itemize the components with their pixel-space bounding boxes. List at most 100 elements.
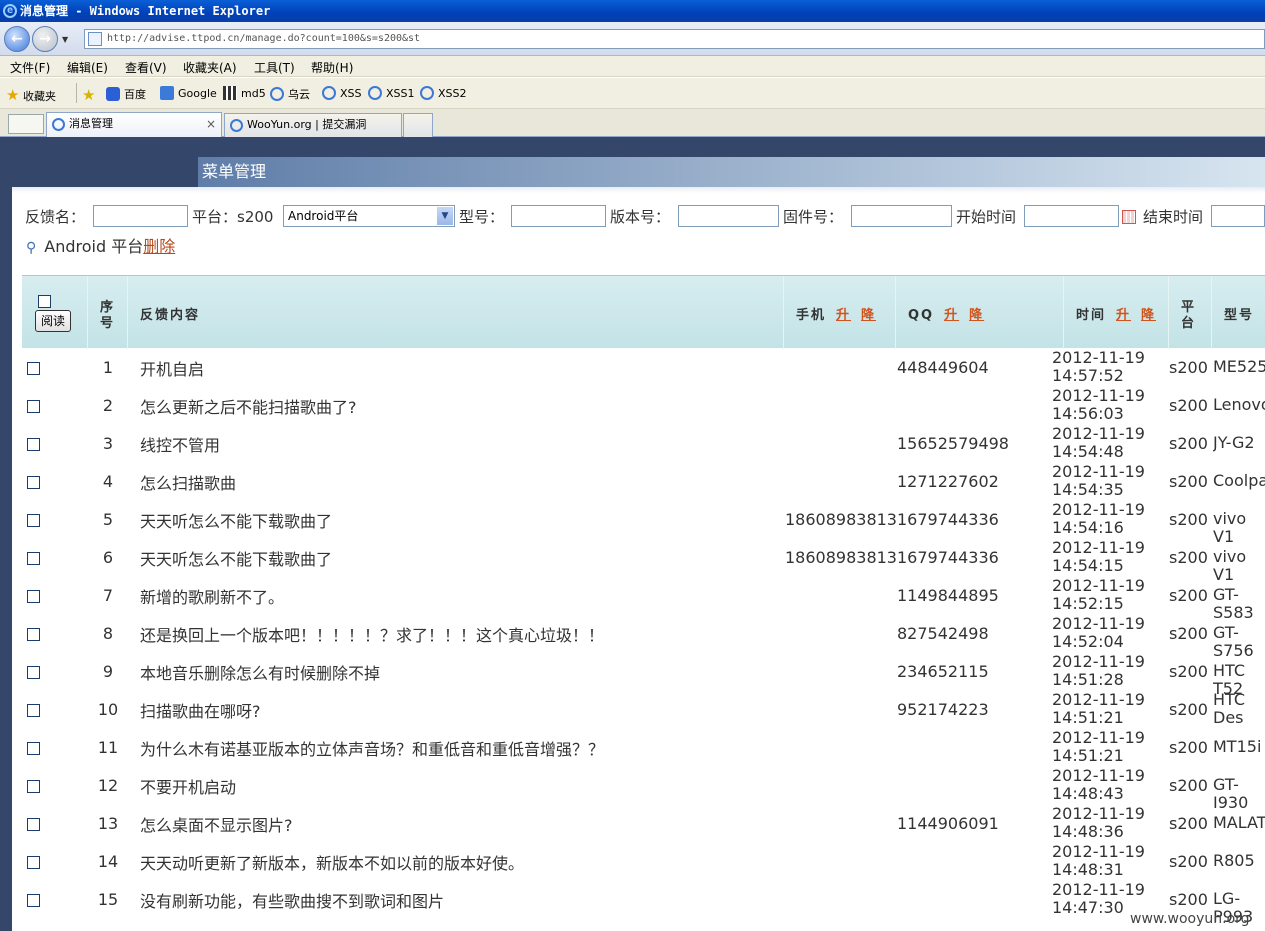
qq-sort-desc[interactable]: 降 bbox=[969, 308, 984, 323]
grid-icon bbox=[223, 86, 237, 100]
ie-page-icon bbox=[52, 118, 65, 131]
row-checkbox[interactable] bbox=[27, 552, 40, 565]
row-checkbox[interactable] bbox=[27, 704, 40, 717]
row-qq: 952174223 bbox=[897, 700, 989, 719]
add-favorite-icon[interactable]: ★ bbox=[82, 86, 95, 104]
google-icon bbox=[160, 86, 174, 100]
row-index: 14 bbox=[97, 852, 119, 871]
row-index: 10 bbox=[97, 700, 119, 719]
ie-logo-icon: e bbox=[3, 4, 17, 18]
phone-sort-desc[interactable]: 降 bbox=[861, 308, 876, 323]
row-checkbox[interactable] bbox=[27, 590, 40, 603]
row-platform: s200 bbox=[1169, 738, 1208, 757]
qq-sort-asc[interactable]: 升 bbox=[944, 308, 959, 323]
end-time-input[interactable] bbox=[1211, 205, 1265, 227]
favorites-separator bbox=[76, 83, 77, 103]
row-content: 新增的歌刷新不了。 bbox=[140, 588, 285, 607]
row-checkbox[interactable] bbox=[27, 818, 40, 831]
header-content: 反馈内容 bbox=[128, 276, 784, 349]
tab-wooyun[interactable]: WooYun.org | 提交漏洞 bbox=[224, 113, 402, 138]
row-checkbox[interactable] bbox=[27, 666, 40, 679]
read-button[interactable]: 阅读 bbox=[35, 310, 71, 332]
row-model: HTC Des A9191 bbox=[1213, 691, 1265, 729]
row-date-text: 2012-11-19 bbox=[1052, 766, 1145, 785]
table-row: 5 天天听怎么不能下载歌曲了 18608983813 1679744336 2012-1… bbox=[22, 500, 1265, 546]
row-time: 2012-11-19 14:52:04 bbox=[1052, 615, 1145, 651]
window-title: 消息管理 - Windows Internet Explorer bbox=[20, 4, 271, 18]
menu-file[interactable]: 文件(F) bbox=[10, 59, 50, 76]
address-input[interactable]: http://advise.ttpod.cn/manage.do?count=1… bbox=[84, 29, 1265, 49]
fav-link-xss[interactable]: XSS bbox=[322, 86, 362, 100]
row-content: 开机自启 bbox=[140, 360, 205, 379]
address-toolbar: ← → ▼ http://advise.ttpod.cn/manage.do?c… bbox=[0, 22, 1265, 56]
row-index: 7 bbox=[102, 586, 114, 605]
tab-close-icon[interactable]: × bbox=[206, 113, 216, 135]
row-qq: 827542498 bbox=[897, 624, 989, 643]
delete-link[interactable]: 删除 bbox=[143, 237, 175, 256]
history-dropdown-icon[interactable]: ▼ bbox=[62, 35, 68, 44]
row-checkbox[interactable] bbox=[27, 362, 40, 375]
quick-tabs-icon[interactable] bbox=[8, 114, 44, 134]
row-content: 怎么更新之后不能扫描歌曲了? bbox=[140, 398, 357, 417]
baidu-paw-icon bbox=[106, 87, 120, 101]
platform-select[interactable]: Android平台 ▼ bbox=[283, 205, 455, 227]
menu-tools[interactable]: 工具(T) bbox=[254, 59, 295, 76]
row-time-text: 14:56:03 bbox=[1052, 404, 1124, 423]
time-sort-desc[interactable]: 降 bbox=[1141, 308, 1156, 323]
row-time-text: 14:48:31 bbox=[1052, 860, 1124, 879]
row-index: 8 bbox=[102, 624, 114, 643]
phone-sort-asc[interactable]: 升 bbox=[836, 308, 851, 323]
table-row: 6 天天听怎么不能下载歌曲了 18608983813 1679744336 2012-1… bbox=[22, 538, 1265, 584]
row-time: 2012-11-19 14:48:31 bbox=[1052, 843, 1145, 879]
tab-message-management[interactable]: 消息管理 × bbox=[46, 112, 222, 137]
time-sort-asc[interactable]: 升 bbox=[1116, 308, 1131, 323]
row-content: 线控不管用 bbox=[140, 436, 221, 455]
menu-edit[interactable]: 编辑(E) bbox=[67, 59, 108, 76]
row-platform: s200 bbox=[1169, 510, 1208, 529]
menu-favorites[interactable]: 收藏夹(A) bbox=[183, 59, 237, 76]
favorites-button[interactable]: ★ 收藏夹 bbox=[6, 86, 56, 104]
back-button[interactable]: ← bbox=[4, 26, 30, 52]
row-checkbox[interactable] bbox=[27, 894, 40, 907]
row-date-text: 2012-11-19 bbox=[1052, 538, 1145, 557]
row-checkbox[interactable] bbox=[27, 742, 40, 755]
menu-help[interactable]: 帮助(H) bbox=[311, 59, 353, 76]
firmware-input[interactable] bbox=[851, 205, 952, 227]
calendar-icon[interactable] bbox=[1122, 210, 1136, 224]
header-qq: QQ 升降 bbox=[896, 276, 1064, 349]
page-icon bbox=[88, 32, 102, 46]
row-platform: s200 bbox=[1169, 358, 1208, 377]
row-time: 2012-11-19 14:54:35 bbox=[1052, 463, 1145, 499]
start-time-input[interactable] bbox=[1024, 205, 1119, 227]
row-checkbox[interactable] bbox=[27, 476, 40, 489]
fav-link-wooyun[interactable]: 乌云 bbox=[270, 86, 310, 102]
fav-link-google[interactable]: Google bbox=[160, 86, 217, 100]
table-row: 8 还是换回上一个版本吧！！！！！？求了！！！这个真心垃圾！！ 827542498 2… bbox=[22, 614, 1265, 660]
row-checkbox[interactable] bbox=[27, 780, 40, 793]
row-time: 2012-11-19 14:54:16 bbox=[1052, 501, 1145, 537]
new-tab-button[interactable] bbox=[403, 113, 433, 138]
select-all-checkbox[interactable] bbox=[38, 295, 51, 308]
row-checkbox[interactable] bbox=[27, 438, 40, 451]
row-checkbox[interactable] bbox=[27, 400, 40, 413]
feedback-name-input[interactable] bbox=[93, 205, 188, 227]
row-checkbox[interactable] bbox=[27, 628, 40, 641]
filter-bar: 反馈名： 平台：s200 Android平台 ▼ 型号： 版本号： 固件号： 开始… bbox=[24, 203, 1265, 229]
model-input[interactable] bbox=[511, 205, 606, 227]
forward-button[interactable]: → bbox=[32, 26, 58, 52]
row-content: 没有刷新功能，有些歌曲搜不到歌词和图片 bbox=[140, 892, 445, 911]
menu-view[interactable]: 查看(V) bbox=[125, 59, 167, 76]
version-input[interactable] bbox=[678, 205, 779, 227]
firmware-label: 固件号： bbox=[783, 208, 844, 226]
row-checkbox[interactable] bbox=[27, 514, 40, 527]
row-content: 天天听怎么不能下载歌曲了 bbox=[140, 550, 333, 569]
fav-link-xss2[interactable]: XSS2 bbox=[420, 86, 467, 100]
fav-link-xss1[interactable]: XSS1 bbox=[368, 86, 415, 100]
row-date-text: 2012-11-19 bbox=[1052, 614, 1145, 633]
fav-link-baidu[interactable]: 百度 bbox=[106, 86, 146, 102]
row-checkbox[interactable] bbox=[27, 856, 40, 869]
window-titlebar: e 消息管理 - Windows Internet Explorer bbox=[0, 0, 1265, 22]
address-url: http://advise.ttpod.cn/manage.do?count=1… bbox=[107, 33, 421, 44]
row-platform: s200 bbox=[1169, 776, 1208, 795]
fav-link-md5[interactable]: md5 bbox=[223, 86, 266, 100]
